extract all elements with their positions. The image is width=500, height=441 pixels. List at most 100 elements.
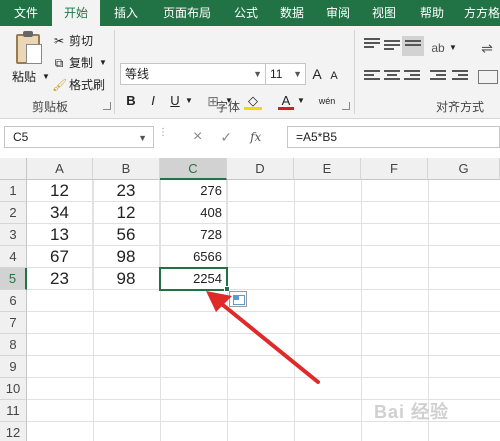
name-box-value: C5 bbox=[13, 130, 29, 144]
cell-a1[interactable]: 12 bbox=[27, 180, 93, 202]
cell-a3[interactable]: 13 bbox=[27, 224, 93, 246]
decrease-indent-icon[interactable] bbox=[430, 70, 446, 84]
chevron-down-icon: ▼ bbox=[99, 57, 107, 67]
grow-font-button[interactable]: A bbox=[310, 65, 324, 83]
column-header-c[interactable]: C bbox=[160, 158, 227, 180]
tab-insert[interactable]: 插入 bbox=[104, 0, 148, 26]
row-header[interactable]: 11 bbox=[0, 400, 27, 422]
font-name-value: 等线 bbox=[125, 67, 150, 81]
row-header[interactable]: 5 bbox=[0, 268, 27, 290]
tab-page-layout[interactable]: 页面布局 bbox=[154, 0, 220, 26]
ribbon-home: 粘贴 ▼ ✂ 剪切 ⧉ 复制 ▼ 🖌 格式刷 剪贴板 等线 ▼ 11 ▼ A A… bbox=[0, 26, 500, 119]
font-color-button[interactable]: A bbox=[278, 92, 294, 110]
tab-help[interactable]: 帮助 bbox=[410, 0, 454, 26]
cancel-icon[interactable]: × bbox=[193, 128, 202, 146]
cell-c4[interactable]: 6566 bbox=[160, 246, 227, 268]
chevron-down-icon[interactable]: ▼ bbox=[448, 39, 458, 57]
tab-file[interactable]: 文件 bbox=[4, 0, 48, 26]
row-header[interactable]: 9 bbox=[0, 356, 27, 378]
group-divider bbox=[354, 30, 355, 114]
bold-button[interactable]: B bbox=[124, 92, 138, 110]
formula-input[interactable]: =A5*B5 bbox=[287, 126, 500, 148]
cell-c5-active[interactable]: 2254 bbox=[159, 267, 228, 291]
fill-color-icon[interactable]: ◇ bbox=[244, 92, 262, 110]
row-header[interactable]: 8 bbox=[0, 334, 27, 356]
font-size-value: 11 bbox=[270, 67, 283, 81]
cell-b3[interactable]: 56 bbox=[93, 224, 160, 246]
align-bottom-icon[interactable] bbox=[402, 36, 424, 56]
group-divider bbox=[114, 30, 115, 114]
column-header-g[interactable]: G bbox=[428, 158, 500, 180]
chevron-down-icon: ▼ bbox=[253, 69, 262, 79]
name-box[interactable]: C5 ▼ bbox=[4, 126, 154, 148]
paste-label: 粘贴 bbox=[12, 70, 37, 84]
paste-icon[interactable] bbox=[16, 31, 42, 64]
row-header[interactable]: 1 bbox=[0, 180, 27, 202]
alignment-group-label: 对齐方式 bbox=[436, 100, 485, 114]
column-header-f[interactable]: F bbox=[361, 158, 428, 180]
cell-a4[interactable]: 67 bbox=[27, 246, 93, 268]
cell-a2[interactable]: 34 bbox=[27, 202, 93, 224]
copy-button[interactable]: ⧉ 复制 ▼ bbox=[52, 54, 110, 71]
orientation-icon[interactable]: ab bbox=[430, 39, 446, 57]
tab-review[interactable]: 审阅 bbox=[318, 0, 358, 26]
cut-label: 剪切 bbox=[69, 34, 94, 48]
chevron-down-icon: ▼ bbox=[42, 71, 50, 81]
formula-buttons: × ✓ fx bbox=[165, 126, 283, 148]
tab-home[interactable]: 开始 bbox=[52, 0, 100, 27]
quick-analysis-icon[interactable] bbox=[229, 291, 247, 307]
insert-function-button[interactable]: fx bbox=[250, 130, 261, 144]
font-name-select[interactable]: 等线 ▼ bbox=[120, 63, 266, 85]
row-header[interactable]: 3 bbox=[0, 224, 27, 246]
cell-b1[interactable]: 23 bbox=[93, 180, 160, 202]
align-left-icon[interactable] bbox=[364, 70, 380, 84]
cut-button[interactable]: ✂ 剪切 bbox=[52, 32, 93, 49]
underline-button[interactable]: U bbox=[168, 92, 182, 110]
cell-a5[interactable]: 23 bbox=[27, 268, 93, 290]
cell-b4[interactable]: 98 bbox=[93, 246, 160, 268]
tab-formulas[interactable]: 公式 bbox=[226, 0, 266, 26]
format-painter-button[interactable]: 🖌 格式刷 bbox=[52, 76, 105, 93]
resize-handle-icon[interactable]: ⋮ bbox=[158, 128, 168, 144]
font-launcher-icon[interactable] bbox=[342, 102, 350, 110]
align-center-icon[interactable] bbox=[384, 70, 400, 84]
merge-center-icon[interactable] bbox=[478, 70, 498, 84]
chevron-down-icon[interactable]: ▼ bbox=[184, 92, 194, 110]
format-painter-label: 格式刷 bbox=[69, 78, 106, 92]
row-header[interactable]: 6 bbox=[0, 290, 27, 312]
row-header[interactable]: 2 bbox=[0, 202, 27, 224]
row-header[interactable]: 4 bbox=[0, 246, 27, 268]
tab-data[interactable]: 数据 bbox=[272, 0, 312, 26]
phonetic-guide-button[interactable]: wén bbox=[316, 92, 338, 110]
cell-c1[interactable]: 276 bbox=[160, 180, 227, 202]
align-right-icon[interactable] bbox=[404, 70, 420, 84]
row-header[interactable]: 7 bbox=[0, 312, 27, 334]
align-top-icon[interactable] bbox=[364, 38, 380, 52]
shrink-font-button[interactable]: A bbox=[328, 67, 340, 85]
column-header-e[interactable]: E bbox=[294, 158, 361, 180]
cell-c3[interactable]: 728 bbox=[160, 224, 227, 246]
wrap-text-icon[interactable]: ⇌ bbox=[476, 39, 498, 57]
column-header-b[interactable]: B bbox=[93, 158, 160, 180]
cell-c2[interactable]: 408 bbox=[160, 202, 227, 224]
tab-fangfang[interactable]: 方方格 bbox=[458, 0, 500, 26]
row-header[interactable]: 12 bbox=[0, 422, 27, 441]
ribbon-tab-bar: 文件 开始 插入 页面布局 公式 数据 审阅 视图 帮助 方方格 bbox=[0, 0, 500, 27]
italic-button[interactable]: I bbox=[146, 92, 160, 110]
chevron-down-icon[interactable]: ▼ bbox=[296, 92, 306, 110]
clipboard-launcher-icon[interactable] bbox=[103, 102, 111, 110]
select-all-corner[interactable] bbox=[0, 158, 27, 180]
enter-icon[interactable]: ✓ bbox=[220, 129, 232, 146]
font-size-select[interactable]: 11 ▼ bbox=[266, 63, 306, 85]
row-header[interactable]: 10 bbox=[0, 378, 27, 400]
column-header-d[interactable]: D bbox=[227, 158, 294, 180]
paste-button[interactable]: 粘贴 ▼ bbox=[12, 68, 53, 85]
tab-view[interactable]: 视图 bbox=[364, 0, 404, 26]
cell-b5[interactable]: 98 bbox=[93, 268, 160, 290]
cell-b2[interactable]: 12 bbox=[93, 202, 160, 224]
align-middle-icon[interactable] bbox=[384, 40, 400, 54]
watermark: Bai 经验 bbox=[374, 402, 450, 422]
formula-bar: C5 ▼ ⋮ × ✓ fx =A5*B5 bbox=[0, 124, 500, 150]
column-header-a[interactable]: A bbox=[27, 158, 93, 180]
increase-indent-icon[interactable] bbox=[452, 70, 468, 84]
